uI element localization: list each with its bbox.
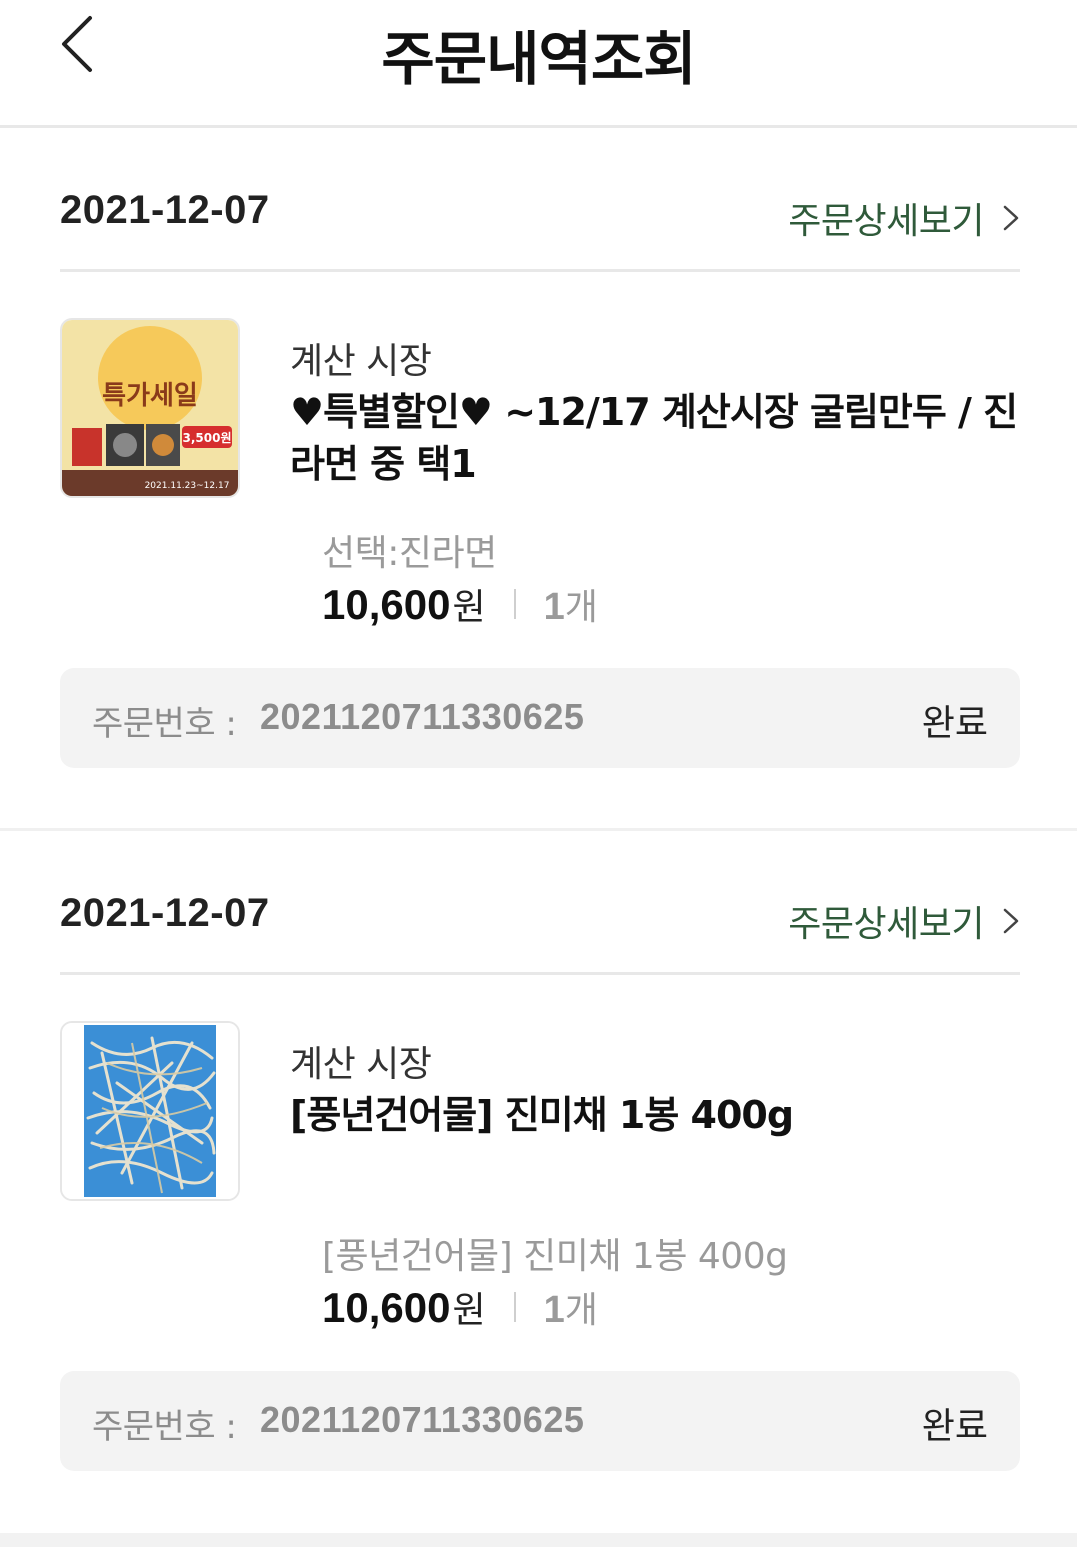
- market-name: 계산 시장: [290, 341, 432, 382]
- product-image: [62, 1023, 238, 1199]
- order-status: 완료: [921, 1406, 988, 1447]
- quantity: 1: [543, 586, 565, 628]
- order-number-label: 주문번호 :: [92, 704, 237, 744]
- order-detail-label: 주문상세보기: [788, 904, 984, 945]
- order-date: 2021-12-07: [60, 891, 270, 935]
- order-date: 2021-12-07: [60, 188, 270, 232]
- price: 10,600: [322, 581, 451, 628]
- order-card: 2021-12-07 주문상세보기 계산 시장 [풍년건어물] 진미채 1봉 4…: [0, 831, 1077, 1547]
- product-image: 특가세일 3,500원 2021.11.23~12.17: [62, 320, 238, 496]
- currency: 원: [452, 1290, 486, 1331]
- quantity: 1: [543, 1289, 565, 1331]
- order-number-label: 주문번호 :: [92, 1407, 237, 1447]
- quantity-unit: 개: [564, 1290, 598, 1331]
- thumb-sale-text: 특가세일: [102, 381, 198, 411]
- order-number: 2021120711330625: [260, 1399, 585, 1440]
- currency: 원: [452, 587, 486, 628]
- order-number: 2021120711330625: [260, 696, 585, 737]
- thumb-price-text: 3,500원: [183, 431, 232, 445]
- product-name[interactable]: [풍년건어물] 진미채 1봉 400g: [290, 1089, 1020, 1141]
- order-card: 2021-12-07 주문상세보기 특가세일 3,500원 2021.11.23…: [0, 128, 1077, 831]
- price-row: 10,600 원 1 개: [322, 1281, 598, 1333]
- product-thumbnail[interactable]: 특가세일 3,500원 2021.11.23~12.17: [60, 318, 240, 498]
- order-detail-link[interactable]: 주문상세보기: [788, 192, 1020, 244]
- divider: [513, 589, 516, 619]
- order-card-header: 2021-12-07 주문상세보기: [60, 188, 1020, 272]
- product-name[interactable]: ♥특별할인♥ ~12/17 계산시장 굴림만두 / 진라면 중 택1: [290, 386, 1020, 490]
- order-detail-link[interactable]: 주문상세보기: [788, 895, 1020, 947]
- chevron-right-icon: [1003, 205, 1019, 231]
- order-number-bar: 주문번호 : 2021120711330625 완료: [60, 1371, 1020, 1471]
- order-status: 완료: [921, 703, 988, 744]
- product-option: [풍년건어물] 진미채 1봉 400g: [322, 1236, 788, 1277]
- product-thumbnail[interactable]: [60, 1021, 240, 1201]
- market-name: 계산 시장: [290, 1044, 432, 1085]
- chevron-right-icon: [1003, 908, 1019, 934]
- order-number-bar: 주문번호 : 2021120711330625 완료: [60, 668, 1020, 768]
- order-card-header: 2021-12-07 주문상세보기: [60, 891, 1020, 975]
- quantity-unit: 개: [564, 587, 598, 628]
- product-option: 선택:진라면: [322, 533, 497, 574]
- price-row: 10,600 원 1 개: [322, 578, 598, 630]
- price: 10,600: [322, 1284, 451, 1331]
- app-header: 주문내역조회: [0, 0, 1077, 128]
- divider: [513, 1292, 516, 1322]
- page-title: 주문내역조회: [381, 25, 696, 93]
- order-detail-label: 주문상세보기: [788, 201, 984, 242]
- thumb-date-text: 2021.11.23~12.17: [145, 481, 230, 491]
